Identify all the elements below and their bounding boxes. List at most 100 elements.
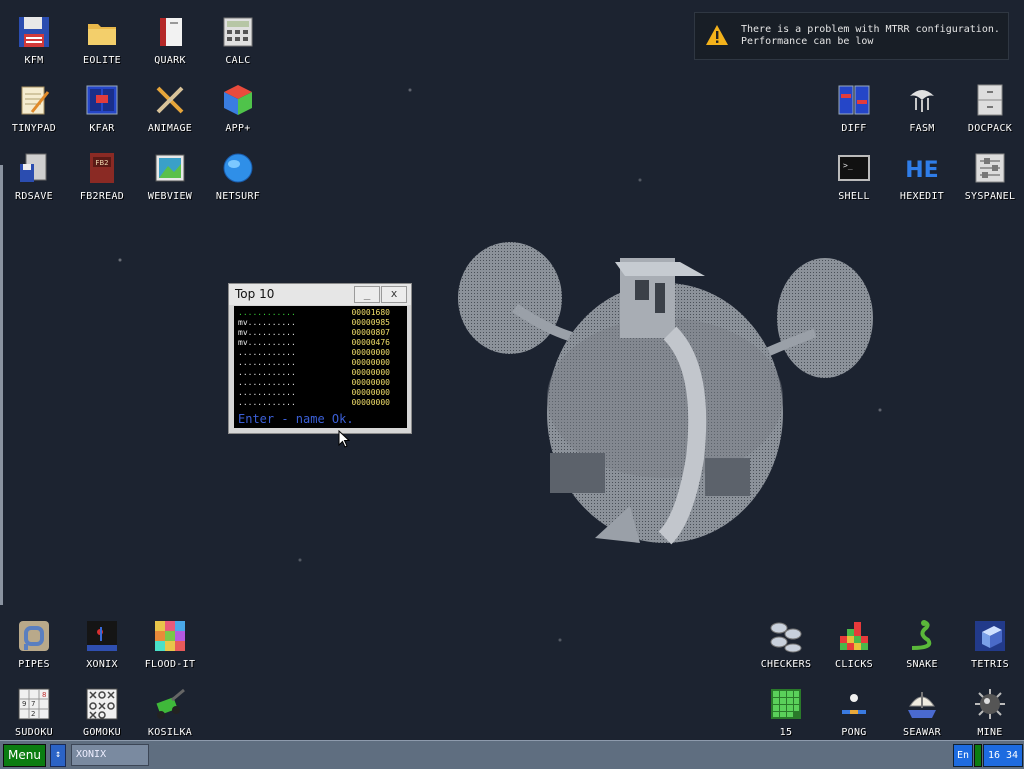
svg-text:FB2: FB2 [95,159,108,167]
desktop-icon-kfm[interactable]: KFM [0,6,68,72]
desktop-icon-15[interactable]: 15 [752,678,820,740]
desktop: KFM EOLITE QUARK CALC TINYPAD KFAR ANIMA… [0,0,1024,740]
desktop-icon-clicks[interactable]: CLICKS [820,610,888,676]
mine-icon [975,689,1005,719]
rubik-cube-icon [224,85,252,115]
desktop-icon-netsurf[interactable]: NETSURF [204,142,272,208]
icon-label: TETRIS [971,659,1009,670]
mouse-cursor-icon [338,430,350,448]
desktop-icon-pong[interactable]: PONG [820,678,888,740]
blocks-icon [840,622,868,650]
window-titlebar[interactable]: Top 10 _ x [229,284,411,305]
desktop-icon-sudoku[interactable]: 8 97 2 SUDOKU [0,678,68,740]
close-button[interactable]: x [381,286,407,303]
desktop-icon-animage[interactable]: ANIMAGE [136,74,204,140]
gomoku-icon [86,688,118,720]
language-indicator[interactable]: En [953,744,973,767]
window-switch-button[interactable]: ↕ [50,744,66,767]
score-row: ............ 00000000 [238,388,403,398]
svg-text:>_: >_ [843,161,853,170]
score-row: mv.......... 00000476 [238,338,403,348]
fb2-book-icon: FB2 [90,153,114,183]
score-name: ............ [238,358,296,367]
icon-label: DIFF [841,123,867,134]
snake-icon [911,620,932,650]
desktop-icon-docpack[interactable]: DOCPACK [956,74,1024,140]
hexedit-icon: HE [905,158,938,183]
desktop-icon-snake[interactable]: SNAKE [888,610,956,676]
svg-text:7: 7 [31,700,35,708]
desktop-icon-rdsave[interactable]: RDSAVE [0,142,68,208]
notification-text: There is a problem with MTRR configurati… [741,24,1000,48]
icon-label: KFAR [89,123,115,134]
desktop-icon-eolite[interactable]: EOLITE [68,6,136,72]
score-name: mv.......... [238,328,296,337]
icon-label: CHECKERS [760,659,812,670]
icon-label: TINYPAD [11,123,57,134]
icon-label: KOSILKA [147,727,193,738]
icon-label: DOCPACK [967,123,1013,134]
icon-label: QUARK [154,55,186,66]
minimize-button[interactable]: _ [354,286,380,303]
icon-label: FLOOD-IT [144,659,196,670]
score-value: 00000000 [351,388,390,397]
notification-line-2: Performance can be low [741,36,874,47]
task-button-xonix[interactable]: XONIX [71,744,149,766]
desktop-icon-shell[interactable]: >_ SHELL [820,142,888,208]
name-entry-prompt[interactable]: Enter - name Ok. [238,412,354,426]
score-name: mv.......... [238,318,296,327]
desktop-icon-webview[interactable]: WEBVIEW [136,142,204,208]
desktop-icon-quark[interactable]: QUARK [136,6,204,72]
score-row: ............ 00000000 [238,348,403,358]
score-name: ............ [238,368,296,377]
score-name: ............ [238,308,296,317]
svg-text:8: 8 [42,691,46,699]
icon-label: APP+ [225,123,251,134]
warning-icon [706,25,728,45]
desktop-icon-mine[interactable]: MINE [956,678,1024,740]
tray-indicator[interactable] [974,744,982,767]
desktop-icon-pipes[interactable]: PIPES [0,610,68,676]
desktop-icon-hexedit[interactable]: HE HEXEDIT [888,142,956,208]
notification-line-1: There is a problem with MTRR configurati… [741,24,1000,35]
desktop-icon-xonix[interactable]: XONIX [68,610,136,676]
desktop-icon-seawar[interactable]: SEAWAR [888,678,956,740]
score-value: 00000807 [351,328,390,337]
diff-icon [838,85,870,115]
desktop-icon-gomoku[interactable]: GOMOKU [68,678,136,740]
desktop-icon-calc[interactable]: CALC [204,6,272,72]
desktop-icon-tinypad[interactable]: TINYPAD [0,74,68,140]
file-manager-icon [86,85,118,115]
ramdisk-save-icon [20,153,47,182]
icon-label: ANIMAGE [147,123,193,134]
seawar-icon [908,692,936,718]
desktop-icon-fasm[interactable]: FASM [888,74,956,140]
menu-button[interactable]: Menu [3,744,46,767]
desktop-icon-syspanel[interactable]: SYSPANEL [956,142,1024,208]
icon-label: NETSURF [215,191,261,202]
desktop-icon-flood-it[interactable]: FLOOD-IT [136,610,204,676]
icon-label: RDSAVE [15,191,53,202]
desktop-icon-kfar[interactable]: KFAR [68,74,136,140]
icon-label: SYSPANEL [964,191,1016,202]
color-grid-icon [155,621,185,651]
top10-window[interactable]: Top 10 _ x ............ 00001680 mv......… [228,283,412,434]
mtrr-warning-notification[interactable]: There is a problem with MTRR configurati… [694,12,1009,60]
sudoku-icon: 8 9 7 2 [18,688,50,720]
desktop-icon-app-plus[interactable]: APP+ [204,74,272,140]
icon-label: GOMOKU [83,727,121,738]
desktop-icon-kosilka[interactable]: KOSILKA [136,678,204,740]
icon-label: SNAKE [906,659,938,670]
pipes-icon [19,621,49,651]
calculator-icon [223,17,253,47]
floppy-disk-icon [19,17,49,47]
desktop-icon-fb2read[interactable]: FB2 FB2READ [68,142,136,208]
clock[interactable]: 16 34 [983,744,1023,767]
fasm-icon [910,90,934,112]
icon-label: HEXEDIT [899,191,945,202]
desktop-icon-checkers[interactable]: CHECKERS [752,610,820,676]
desktop-icon-diff[interactable]: DIFF [820,74,888,140]
score-value: 00000985 [351,318,390,327]
lawnmower-icon [156,688,185,719]
desktop-icon-tetris[interactable]: TETRIS [956,610,1024,676]
